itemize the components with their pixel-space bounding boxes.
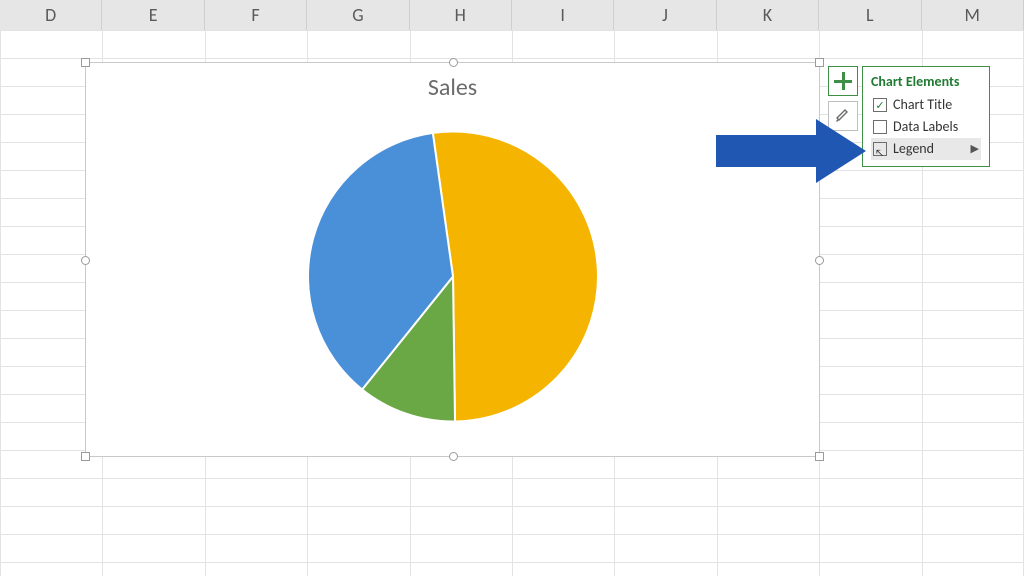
- chevron-right-icon[interactable]: ▶: [965, 140, 979, 158]
- resize-handle[interactable]: [81, 256, 90, 265]
- column-header[interactable]: F: [205, 0, 307, 30]
- annotation-arrow: [716, 119, 866, 183]
- column-header[interactable]: H: [410, 0, 512, 30]
- chart-elements-popup-title: Chart Elements: [871, 73, 981, 90]
- checkbox-icon[interactable]: [873, 120, 887, 134]
- column-header[interactable]: K: [717, 0, 819, 30]
- chart-elements-item-chart-title[interactable]: Chart Title: [871, 94, 981, 116]
- column-header[interactable]: E: [102, 0, 204, 30]
- column-header[interactable]: I: [512, 0, 614, 30]
- resize-handle[interactable]: [449, 452, 458, 461]
- chart-elements-item-label: Chart Title: [893, 96, 952, 114]
- pie-chart[interactable]: [303, 127, 603, 432]
- cursor-icon: ↖: [875, 144, 884, 162]
- resize-handle[interactable]: [815, 58, 824, 67]
- chart-elements-item-label: Data Labels: [893, 118, 958, 136]
- resize-handle[interactable]: [81, 452, 90, 461]
- resize-handle[interactable]: [815, 256, 824, 265]
- chart-elements-item-legend[interactable]: ↖ Legend ▶: [871, 138, 981, 160]
- pie-chart-container[interactable]: Sales: [85, 62, 820, 457]
- resize-handle[interactable]: [81, 58, 90, 67]
- column-header[interactable]: L: [819, 0, 921, 30]
- chart-elements-item-data-labels[interactable]: Data Labels: [871, 116, 981, 138]
- checkbox-icon[interactable]: ↖: [873, 142, 887, 156]
- column-header[interactable]: D: [0, 0, 102, 30]
- resize-handle[interactable]: [815, 452, 824, 461]
- chart-elements-button[interactable]: [828, 66, 858, 96]
- resize-handle[interactable]: [449, 58, 458, 67]
- chart-elements-popup[interactable]: Chart Elements Chart Title Data Labels ↖…: [862, 66, 990, 167]
- column-header[interactable]: J: [614, 0, 716, 30]
- chart-title[interactable]: Sales: [86, 73, 819, 102]
- plus-icon: [834, 72, 852, 90]
- chart-elements-item-label: Legend: [893, 140, 934, 158]
- column-headers: D E F G H I J K L M: [0, 0, 1024, 31]
- pie-slice[interactable]: [432, 132, 597, 422]
- column-header[interactable]: M: [922, 0, 1024, 30]
- checkbox-icon[interactable]: [873, 98, 887, 112]
- column-header[interactable]: G: [307, 0, 409, 30]
